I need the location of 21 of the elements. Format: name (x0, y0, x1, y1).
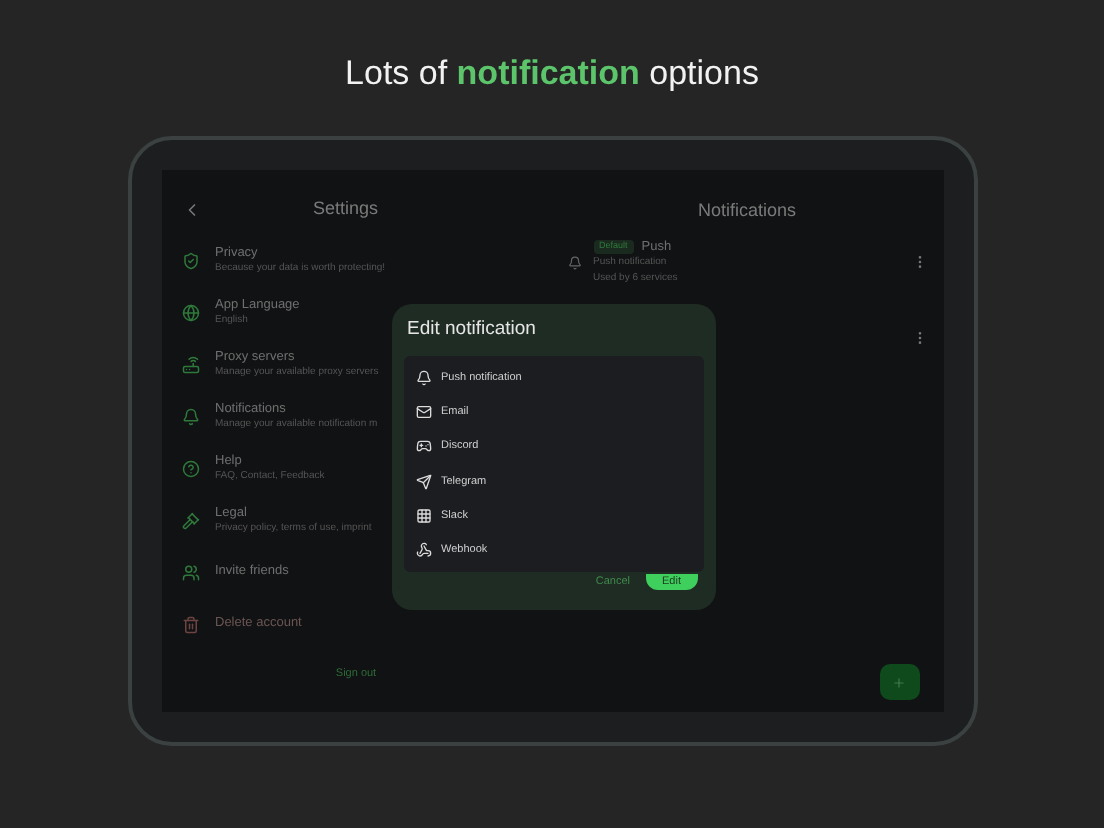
notifications-title: Notifications (695, 198, 799, 224)
add-button[interactable] (879, 664, 919, 700)
headline: Lots of notification options (345, 52, 759, 92)
mail-icon (415, 403, 431, 420)
people-icon (181, 563, 199, 581)
send-icon (415, 473, 431, 490)
grid-icon (415, 507, 431, 524)
help-icon (181, 459, 199, 477)
shield-icon (181, 251, 199, 269)
globe-icon (181, 303, 199, 321)
dialog-title: Edit notification (407, 316, 538, 344)
bell-icon (415, 369, 431, 386)
settings-title: Settings (313, 196, 379, 223)
trash-icon (181, 615, 199, 633)
gavel-icon (181, 511, 199, 529)
bell-icon (567, 255, 581, 269)
webhook-icon (415, 542, 431, 559)
bell-icon (181, 407, 199, 425)
router-icon (181, 355, 199, 373)
gamepad-icon (415, 438, 431, 455)
plus-icon (892, 675, 906, 689)
